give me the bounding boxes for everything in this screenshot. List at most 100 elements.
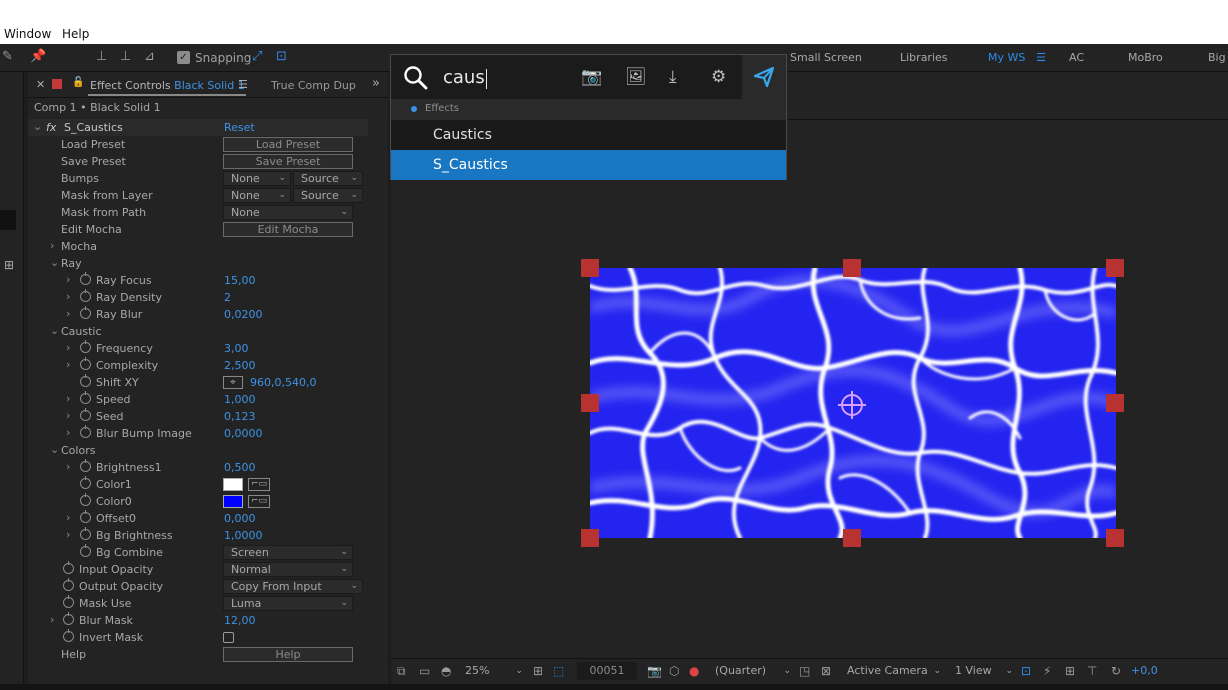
eyedropper-icon[interactable]: ⌐▭ (248, 495, 270, 508)
send-button[interactable] (742, 55, 786, 99)
resolution-dropdown[interactable]: (Quarter) ⌄ (709, 662, 793, 680)
always-preview-icon[interactable]: ⧉ (397, 664, 406, 679)
output-opacity-dropdown[interactable]: Copy From Input ⌄ (223, 579, 363, 594)
snap-edges-icon[interactable]: ⤢ (252, 49, 262, 64)
collapse-icon[interactable]: ⌄ (50, 256, 59, 269)
axis-local-icon[interactable]: ⊥ (96, 49, 107, 64)
stopwatch-icon[interactable] (80, 408, 91, 421)
mask-use-dropdown[interactable]: Luma ⌄ (223, 596, 353, 611)
colors-group[interactable]: ⌄ Colors (28, 442, 368, 459)
region-of-interest-icon[interactable]: ◳ (799, 664, 810, 678)
snap-center-icon[interactable]: ⊡ (276, 49, 287, 64)
blur-mask-value[interactable]: 12,00 (224, 614, 256, 627)
bg-brightness-value[interactable]: 1,0000 (224, 529, 263, 542)
timeline-icon[interactable]: ⊞ (1065, 664, 1075, 678)
current-frame-field[interactable]: 00051 (577, 662, 637, 680)
stopwatch-icon[interactable] (80, 374, 91, 387)
expand-icon[interactable]: › (66, 528, 70, 541)
tab-effect-controls[interactable]: Effect Controls Black Solid 1 (90, 79, 245, 92)
help-button[interactable]: Help (223, 647, 353, 662)
tab-true-comp-dup[interactable]: True Comp Dup (271, 79, 356, 92)
load-preset-button[interactable]: Load Preset (223, 137, 353, 152)
stopwatch-icon[interactable] (80, 527, 91, 540)
stopwatch-icon[interactable] (63, 561, 74, 574)
workspace-mobro[interactable]: MoBro (1128, 51, 1163, 64)
transform-handle-bottom[interactable] (843, 529, 861, 547)
search-input[interactable] (443, 64, 583, 90)
transform-handle-top-left[interactable] (581, 259, 599, 277)
camera-icon[interactable]: 📷 (581, 67, 602, 87)
collapse-icon[interactable]: ⌄ (33, 120, 42, 133)
bumps-source-dropdown[interactable]: Source ⌄ (293, 171, 363, 186)
lock-icon[interactable]: 🔓 (72, 77, 84, 88)
expand-icon[interactable]: › (66, 273, 70, 286)
mask-visibility-icon[interactable]: ⬚ (553, 664, 564, 678)
workspace-big[interactable]: Big (1208, 51, 1226, 64)
download-icon[interactable]: ⤓ (669, 67, 677, 87)
gear-icon[interactable]: ⚙ (711, 67, 726, 87)
color0-swatch[interactable] (223, 495, 243, 508)
axis-world-icon[interactable]: ⊥ (120, 49, 131, 64)
views-dropdown[interactable]: 1 View ⌄ (949, 662, 1015, 680)
stopwatch-icon[interactable] (80, 272, 91, 285)
ray-density-value[interactable]: 2 (224, 291, 231, 304)
crosshair-icon[interactable]: ⌖ (223, 376, 243, 389)
collapse-icon[interactable]: ⌄ (50, 324, 59, 337)
pin-tool-icon[interactable]: 📌 (30, 49, 46, 64)
puppet-tool-icon[interactable]: ✎ (2, 49, 13, 64)
expand-icon[interactable]: › (66, 409, 70, 422)
stopwatch-icon[interactable] (80, 459, 91, 472)
fast-previews-icon[interactable]: ⚡ (1043, 664, 1051, 678)
input-opacity-dropdown[interactable]: Normal ⌄ (223, 562, 353, 577)
stopwatch-icon[interactable] (80, 544, 91, 557)
mask-source-dropdown[interactable]: Source ⌄ (293, 188, 363, 203)
reset-link[interactable]: Reset (224, 121, 255, 134)
workspace-libraries[interactable]: Libraries (900, 51, 948, 64)
exposure-value[interactable]: +0,0 (1131, 664, 1158, 677)
stopwatch-icon[interactable] (80, 493, 91, 506)
mocha-group[interactable]: › Mocha (28, 238, 368, 255)
flowchart-icon[interactable]: ⊤ (1087, 664, 1097, 678)
stopwatch-icon[interactable] (63, 629, 74, 642)
transform-handle-top[interactable] (843, 259, 861, 277)
ray-focus-value[interactable]: 15,00 (224, 274, 256, 287)
eyedropper-icon[interactable]: ⌐▭ (248, 478, 270, 491)
snapshot-icon[interactable]: 📷 (647, 664, 662, 678)
menu-window[interactable]: Window (4, 27, 51, 41)
expand-icon[interactable]: › (66, 511, 70, 524)
zoom-dropdown[interactable]: 25% ⌄ (459, 662, 525, 680)
effect-row[interactable]: ⌄ fx S_Caustics Reset (28, 119, 368, 136)
offset0-value[interactable]: 0,000 (224, 512, 256, 525)
stopwatch-icon[interactable] (63, 612, 74, 625)
reset-exposure-icon[interactable]: ↻ (1111, 664, 1121, 678)
stopwatch-icon[interactable] (80, 357, 91, 370)
transform-handle-right[interactable] (1106, 394, 1124, 412)
safe-zones-icon[interactable]: ⊞ (533, 664, 543, 678)
collapse-icon[interactable]: ⌄ (50, 443, 59, 456)
close-icon[interactable]: ✕ (36, 78, 45, 91)
axis-view-icon[interactable]: ⊿ (144, 49, 155, 64)
expand-icon[interactable]: › (50, 239, 54, 252)
bumps-layer-dropdown[interactable]: None ⌄ (223, 171, 291, 186)
toggle-pixel-aspect-icon[interactable]: ⊡ (1021, 664, 1031, 678)
ray-group[interactable]: ⌄ Ray (28, 255, 368, 272)
transform-handle-top-right[interactable] (1106, 259, 1124, 277)
workspace-small-screen[interactable]: Small Screen (790, 51, 862, 64)
stopwatch-icon[interactable] (63, 578, 74, 591)
expand-icon[interactable]: › (66, 341, 70, 354)
edit-mocha-button[interactable]: Edit Mocha (223, 222, 353, 237)
channels-icon[interactable]: ● (689, 664, 699, 678)
panel-menu-icon[interactable]: ☰ (238, 78, 248, 91)
speed-value[interactable]: 1,000 (224, 393, 256, 406)
mask-layer-dropdown[interactable]: None ⌄ (223, 188, 291, 203)
caustic-group[interactable]: ⌄ Caustic (28, 323, 368, 340)
expand-icon[interactable]: › (66, 358, 70, 371)
search-result-caustics[interactable]: Caustics (391, 120, 786, 150)
stopwatch-icon[interactable] (80, 510, 91, 523)
expand-icon[interactable]: › (50, 613, 54, 626)
transform-handle-bottom-left[interactable] (581, 529, 599, 547)
workspace-my-ws[interactable]: My WS (988, 51, 1025, 64)
monitor-icon[interactable]: ▭ (419, 664, 430, 678)
show-snapshot-icon[interactable]: ⬡ (669, 664, 679, 678)
network-icon[interactable]: ⊞ (4, 258, 14, 272)
